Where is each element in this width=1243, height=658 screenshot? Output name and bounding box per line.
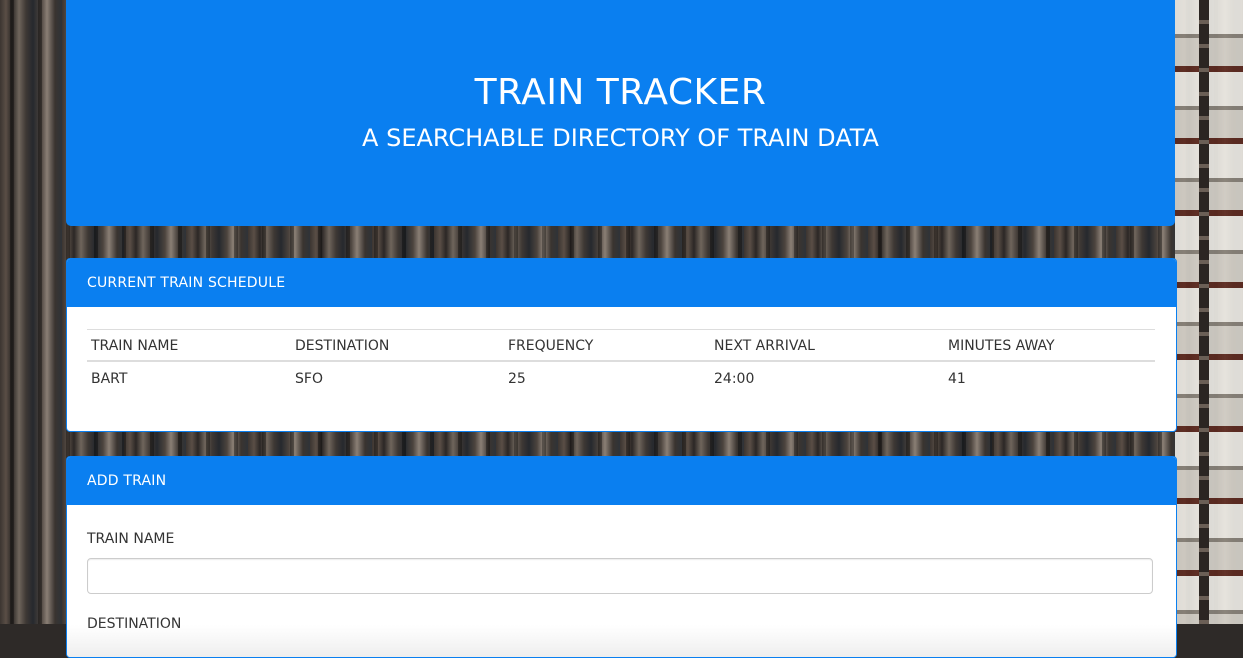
page-title: TRAIN TRACKER bbox=[474, 72, 767, 113]
page-subtitle: A SEARCHABLE DIRECTORY OF TRAIN DATA bbox=[362, 124, 879, 152]
cell-minutes-away: 41 bbox=[948, 371, 966, 387]
train-name-input[interactable] bbox=[87, 558, 1153, 594]
column-header-destination: DESTINATION bbox=[291, 329, 504, 362]
cell-next-arrival: 24:00 bbox=[714, 371, 755, 387]
train-name-label: TRAIN NAME bbox=[87, 531, 175, 547]
add-train-panel-heading: ADD TRAIN bbox=[67, 457, 1176, 505]
add-train-panel: ADD TRAIN TRAIN NAME DESTINATION bbox=[66, 456, 1177, 658]
table-header-row: TRAIN NAME DESTINATION FREQUENCY NEXT AR… bbox=[87, 329, 1155, 362]
schedule-table: TRAIN NAME DESTINATION FREQUENCY NEXT AR… bbox=[87, 329, 1155, 396]
column-header-next-arrival: NEXT ARRIVAL bbox=[710, 329, 944, 362]
background-train-cars bbox=[1175, 0, 1243, 624]
schedule-panel: CURRENT TRAIN SCHEDULE TRAIN NAME DESTIN… bbox=[66, 258, 1177, 432]
column-header-frequency: FREQUENCY bbox=[504, 329, 710, 362]
scroll-fade bbox=[67, 625, 1176, 657]
table-row: BART SFO 25 24:00 41 bbox=[87, 361, 1155, 396]
background-track bbox=[1199, 0, 1209, 624]
cell-frequency: 25 bbox=[508, 371, 526, 387]
column-header-train-name: TRAIN NAME bbox=[87, 329, 291, 362]
schedule-panel-heading: CURRENT TRAIN SCHEDULE bbox=[67, 259, 1176, 307]
cell-destination: SFO bbox=[295, 371, 323, 387]
cell-train-name: BART bbox=[91, 371, 128, 387]
header-jumbotron: TRAIN TRACKER A SEARCHABLE DIRECTORY OF … bbox=[66, 0, 1175, 226]
column-header-minutes-away: MINUTES AWAY bbox=[944, 329, 1155, 362]
